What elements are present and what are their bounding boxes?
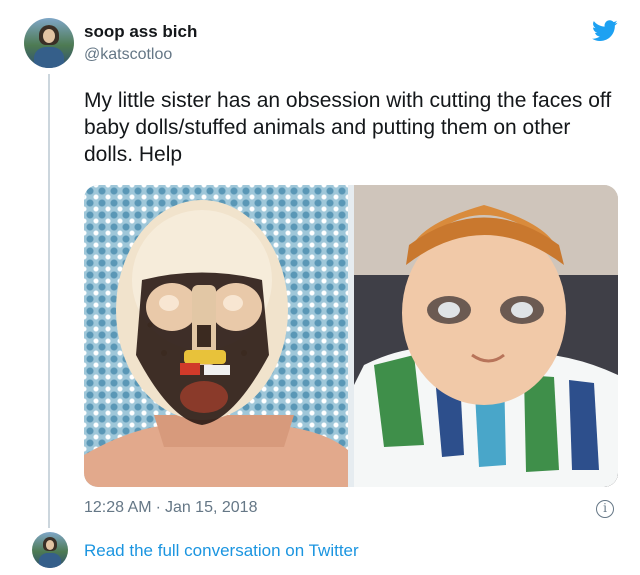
tweet-time[interactable]: 12:28 AM bbox=[84, 499, 152, 516]
timestamp-separator: · bbox=[155, 499, 161, 516]
author-avatar[interactable] bbox=[24, 18, 74, 68]
tweet-media[interactable] bbox=[84, 185, 618, 487]
thread-line bbox=[48, 74, 50, 528]
doll-face-illustration bbox=[354, 185, 618, 487]
tweet-timestamp[interactable]: 12:28 AM · Jan 15, 2018 bbox=[84, 499, 257, 517]
author-display-name[interactable]: soop ass bich bbox=[84, 22, 197, 42]
info-icon[interactable]: i bbox=[596, 500, 614, 518]
doll-head-illustration bbox=[84, 200, 348, 487]
read-conversation-link[interactable]: Read the full conversation on Twitter bbox=[84, 541, 359, 561]
twitter-bird-icon[interactable] bbox=[592, 20, 618, 42]
tweet-text: My little sister has an obsession with c… bbox=[84, 89, 612, 166]
media-photo-2[interactable] bbox=[354, 185, 618, 487]
author-handle[interactable]: @katscotloo bbox=[84, 46, 172, 64]
reply-avatar[interactable] bbox=[32, 532, 68, 568]
tweet-date[interactable]: Jan 15, 2018 bbox=[165, 499, 258, 516]
media-photo-1[interactable] bbox=[84, 185, 348, 487]
